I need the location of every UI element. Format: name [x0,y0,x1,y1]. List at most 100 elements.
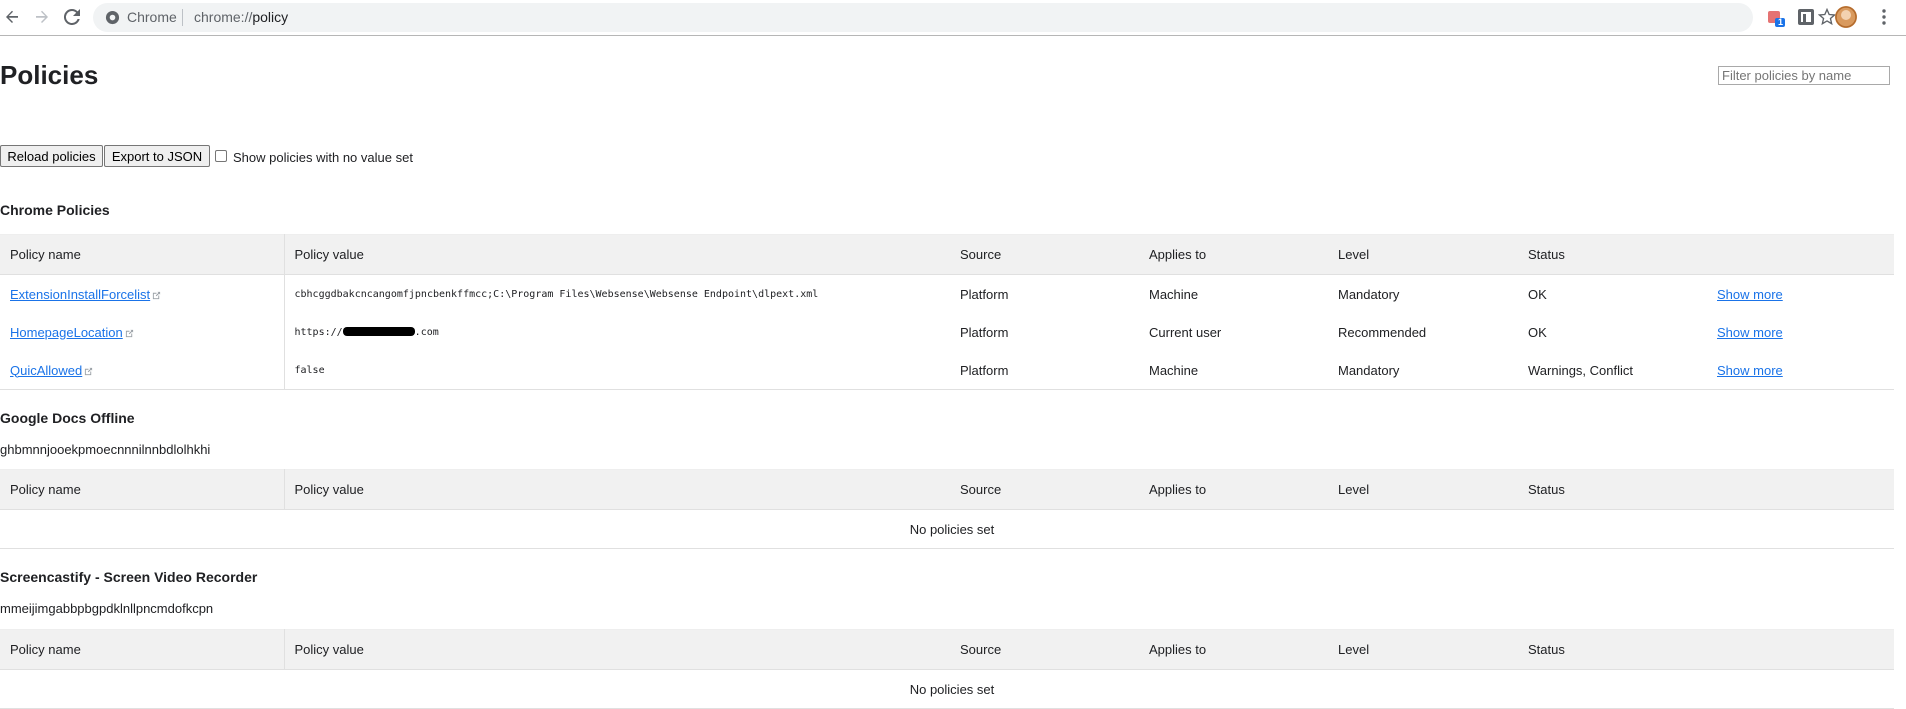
col-policy-name: Policy name [0,234,285,275]
col-policy-value: Policy value [284,234,950,275]
section-title-chrome-policies: Chrome Policies [0,202,110,218]
screencastify-policies-table: Policy name Policy value Source Applies … [0,629,1894,709]
policy-more-cell: Show more [1707,313,1894,351]
reload-policies-button[interactable]: Reload policies [0,145,103,167]
policy-level-cell: Mandatory [1338,286,1400,302]
chrome-page-icon [105,10,120,25]
show-more-link[interactable]: Show more [1717,363,1783,378]
col-source: Source [950,469,1139,510]
url-separator [182,9,183,26]
col-status: Status [1518,469,1707,510]
policy-value-cell: cbhcggdbakcncangomfjpncbenkffmcc;C:\Prog… [294,288,819,300]
table-header-row: Policy name Policy value Source Applies … [0,629,1894,670]
url-path: policy [252,9,289,25]
policy-link-quicallowed[interactable]: QuicAllowed [10,363,82,378]
col-source: Source [950,234,1139,275]
policy-name-cell: ExtensionInstallForcelist [0,274,285,313]
table-row: ExtensionInstallForcelist cbhcggdbakcnca… [0,274,1894,314]
reload-icon [64,9,80,25]
policy-status-cell: OK [1528,286,1547,302]
policy-link-extensioninstallforcelist[interactable]: ExtensionInstallForcelist [10,287,150,302]
extension-id-google-docs: ghbmnnjooekpmoecnnnilnnbdlolhkhi [0,442,211,457]
back-arrow-icon [6,10,18,23]
extension-button-1[interactable]: 1 [1766,8,1786,33]
policy-level-cell: Recommended [1338,324,1427,340]
filter-policies-input[interactable] [1718,66,1890,85]
col-policy-name: Policy name [0,469,285,510]
policy-source-cell: Platform [960,362,1009,378]
col-policy-value: Policy value [284,629,950,670]
section-title-google-docs-offline: Google Docs Offline [0,410,135,426]
bookmark-star-icon[interactable] [1818,8,1836,26]
google-docs-policies-table: Policy name Policy value Source Applies … [0,469,1894,549]
page-title: Policies [0,60,99,90]
col-level: Level [1328,629,1518,670]
col-more [1707,234,1894,275]
redaction-mark [342,327,415,336]
policy-status-cell: OK [1528,324,1547,340]
table-header-row: Policy name Policy value Source Applies … [0,234,1894,275]
more-vert-icon [1882,9,1886,25]
export-json-button[interactable]: Export to JSON [104,145,210,167]
col-policy-value: Policy value [284,469,950,510]
col-policy-name: Policy name [0,629,285,670]
policy-link-homepagelocation[interactable]: HomepageLocation [10,325,123,340]
policy-source-cell: Platform [960,286,1009,302]
external-link-icon [85,367,93,375]
show-more-link[interactable]: Show more [1717,325,1783,340]
back-button[interactable] [0,5,24,29]
policy-value-cell: false [294,364,325,376]
chrome-menu-button[interactable] [1876,8,1892,31]
policy-value-cell: https:// .com [284,313,950,351]
no-policies-message: No policies set [909,681,995,697]
col-source: Source [950,629,1139,670]
show-unset-label: Show policies with no value set [233,150,413,165]
policy-name-cell: QuicAllowed [0,351,285,390]
chrome-policies-table: Policy name Policy value Source Applies … [0,234,1894,390]
policy-more-cell: Show more [1707,275,1894,314]
section-title-screencastify: Screencastify - Screen Video Recorder [0,569,258,585]
col-more [1707,469,1894,510]
col-applies-to: Applies to [1139,234,1328,275]
policy-applies-cell: Current user [1149,324,1222,340]
col-applies-to: Applies to [1139,469,1328,510]
url-text: chrome://policy [194,10,288,25]
profile-avatar[interactable] [1835,6,1857,33]
table-row: No policies set [0,670,1894,709]
url-value-suffix: .com [414,326,439,338]
external-link-icon [153,291,161,299]
avatar-icon [1835,6,1857,28]
col-status: Status [1518,234,1707,275]
table-header-row: Policy name Policy value Source Applies … [0,469,1894,510]
extension-button-2[interactable] [1797,8,1815,31]
policy-more-cell: Show more [1707,351,1894,390]
forward-button[interactable] [30,5,54,29]
show-more-link[interactable]: Show more [1717,287,1783,302]
show-unset-checkbox[interactable] [215,150,227,162]
table-row: HomepageLocation https:// .com Platform C… [0,313,1894,351]
url-scheme: chrome:// [194,9,253,25]
policy-source-cell: Platform [960,324,1009,340]
col-applies-to: Applies to [1139,629,1328,670]
col-level: Level [1328,469,1518,510]
extension-id-screencastify: mmeijimgabbpbgpdklnllpncmdofkcpn [0,601,214,616]
policy-status-cell: Warnings, Conflict [1528,362,1633,378]
address-bar[interactable]: Chrome chrome://policy [93,3,1836,32]
table-row: QuicAllowed false Platform Machine Manda… [0,351,1894,390]
extension-badge: 1 [1778,17,1784,27]
reload-button[interactable] [60,5,84,29]
forward-arrow-icon [36,10,48,23]
col-level: Level [1328,234,1518,275]
policy-name-cell: HomepageLocation [0,313,285,351]
browser-toolbar: Chrome chrome://policy 1 [0,0,1906,36]
table-row: No policies set [0,510,1894,549]
col-more [1707,629,1894,670]
screencastify-icon [1798,9,1814,25]
policy-level-cell: Mandatory [1338,362,1400,378]
url-chip: Chrome [127,9,177,25]
no-policies-message: No policies set [909,521,995,537]
policy-applies-cell: Machine [1149,286,1199,302]
col-status: Status [1518,629,1707,670]
policy-applies-cell: Machine [1149,362,1199,378]
url-value-prefix: https:// [294,326,343,338]
